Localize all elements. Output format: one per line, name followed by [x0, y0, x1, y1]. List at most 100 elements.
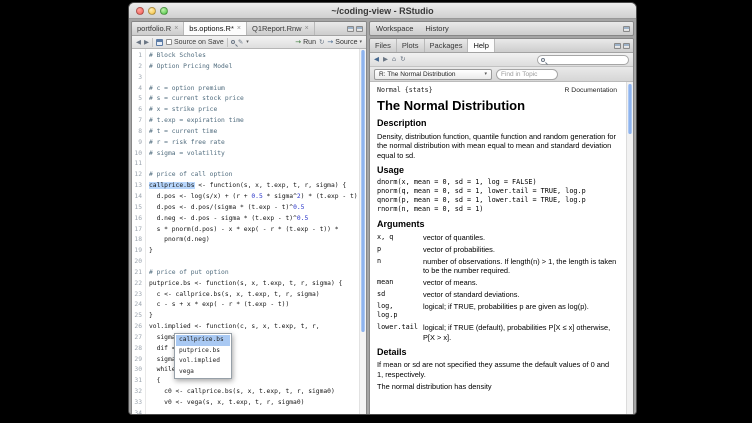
help-tab-bar: FilesPlotsPackagesHelp [370, 39, 633, 53]
autocomplete-item[interactable]: callprice.bs [176, 335, 230, 346]
tab-close-icon[interactable]: × [237, 25, 241, 32]
checkbox-icon[interactable] [166, 39, 172, 45]
source-tab-bar: portfolio.R×bs.options.R*×Q1Report.Rnw× [132, 22, 366, 36]
argument-description: logical; if TRUE, probabilities p are gi… [423, 302, 617, 321]
scrollbar-thumb[interactable] [361, 50, 365, 332]
tab-history[interactable]: History [419, 22, 454, 35]
line-number: 16 [132, 214, 142, 225]
find-icon[interactable] [231, 40, 235, 44]
line-number: 9 [132, 138, 142, 149]
save-icon[interactable] [156, 39, 163, 46]
tab-files[interactable]: Files [370, 39, 397, 52]
description-text: Density, distribution function, quantile… [377, 132, 617, 160]
window-titlebar[interactable]: ~/coding-view - RStudio [129, 3, 636, 19]
argument-row: log, log.plogical; if TRUE, probabilitie… [377, 302, 617, 321]
source-on-save-checkbox[interactable]: Source on Save [166, 39, 224, 46]
back-icon[interactable]: ◀ [374, 56, 379, 63]
tab-help[interactable]: Help [468, 39, 494, 52]
argument-description: vector of means. [423, 278, 617, 287]
code-line: # s = current stock price [149, 94, 359, 105]
tab-packages[interactable]: Packages [425, 39, 469, 52]
line-number: 33 [132, 398, 142, 409]
tab-close-icon[interactable]: × [305, 25, 309, 32]
argument-description: vector of quantiles. [423, 233, 617, 242]
source-tab-q1report-rnw[interactable]: Q1Report.Rnw× [247, 22, 315, 35]
usage-code-block: dnorm(x, mean = 0, sd = 1, log = FALSE)p… [377, 178, 617, 214]
line-number: 34 [132, 409, 142, 415]
zoom-window-button[interactable] [160, 7, 168, 15]
autocomplete-popup[interactable]: callprice.bsputprice.bsvol.impliedvega [174, 333, 232, 379]
line-number: 28 [132, 344, 142, 355]
line-number: 8 [132, 127, 142, 138]
argument-description: logical; if TRUE (default), probabilitie… [423, 323, 617, 342]
minimize-pane-icon[interactable] [614, 43, 621, 49]
argument-name: n [377, 257, 417, 276]
line-number: 14 [132, 192, 142, 203]
help-search-box[interactable] [537, 55, 629, 65]
help-doc-header: Normal {stats} R Documentation [377, 86, 617, 95]
traffic-lights [136, 7, 168, 15]
tab-label: portfolio.R [137, 24, 171, 33]
source-tab-portfolio-r[interactable]: portfolio.R× [132, 22, 184, 35]
code-line: # r = risk free rate [149, 138, 359, 149]
line-number-gutter: 1234567891011121314151617181920212223242… [132, 49, 146, 415]
maximize-pane-icon[interactable] [356, 26, 363, 32]
scrollbar-thumb[interactable] [628, 84, 632, 134]
help-doc-label: R Documentation [564, 86, 617, 95]
home-icon[interactable]: ⌂ [392, 56, 396, 63]
code-line: # x = strike price [149, 105, 359, 116]
line-number: 2 [132, 62, 142, 73]
forward-icon[interactable]: ▶ [144, 39, 149, 46]
code-tools-icon[interactable]: ✎ [238, 39, 243, 46]
run-button[interactable]: → Run [295, 38, 316, 46]
forward-icon[interactable]: ▶ [383, 56, 388, 63]
code-editor[interactable]: 1234567891011121314151617181920212223242… [132, 49, 366, 415]
code-line: # price of put option [149, 268, 359, 279]
argument-description: number of observations. If length(n) > 1… [423, 257, 617, 276]
help-topic-bar: R: The Normal Distribution ▾ [370, 67, 633, 82]
source-tab-bs-options-r[interactable]: bs.options.R*× [184, 22, 247, 35]
help-topic-dropdown[interactable]: R: The Normal Distribution ▾ [374, 69, 492, 80]
tab-workspace[interactable]: Workspace [370, 22, 419, 35]
line-number: 4 [132, 84, 142, 95]
chevron-down-icon[interactable]: ▾ [246, 39, 249, 45]
line-number: 21 [132, 268, 142, 279]
code-line: vol.implied <- function(c, s, x, t.exp, … [149, 322, 359, 333]
code-line: } [149, 246, 359, 257]
back-icon[interactable]: ◀ [136, 39, 141, 46]
rerun-icon[interactable]: ↻ [319, 39, 324, 46]
maximize-pane-icon[interactable] [623, 26, 630, 32]
minimize-window-button[interactable] [148, 7, 156, 15]
code-line [149, 159, 359, 170]
help-vertical-scrollbar[interactable] [626, 82, 633, 415]
line-number: 10 [132, 149, 142, 160]
source-button[interactable]: → Source ▾ [327, 38, 362, 46]
refresh-icon[interactable]: ↻ [400, 56, 405, 63]
workspace-tab-bar: WorkspaceHistory [370, 22, 633, 36]
autocomplete-item[interactable]: putprice.bs [176, 346, 230, 357]
minimize-pane-icon[interactable] [347, 26, 354, 32]
maximize-pane-icon[interactable] [623, 43, 630, 49]
find-in-topic-input[interactable] [496, 69, 558, 80]
source-pane: portfolio.R×bs.options.R*×Q1Report.Rnw× … [131, 21, 367, 415]
help-content: Normal {stats} R Documentation The Norma… [370, 82, 633, 415]
line-number: 32 [132, 387, 142, 398]
autocomplete-item[interactable]: vol.implied [176, 356, 230, 367]
editor-scrollbar[interactable] [359, 49, 366, 415]
tab-label: Q1Report.Rnw [252, 24, 302, 33]
section-heading-description: Description [377, 119, 617, 128]
tab-label: bs.options.R* [189, 24, 234, 33]
close-window-button[interactable] [136, 7, 144, 15]
code-line: # price of call option [149, 170, 359, 181]
code-line: c0 <- callprice.bs(s, x, t.exp, t, r, si… [149, 387, 359, 398]
code-line: c - s + x * exp( - r * (t.exp - t)) [149, 300, 359, 311]
tab-close-icon[interactable]: × [174, 25, 178, 32]
line-number: 12 [132, 170, 142, 181]
code-line: # Option Pricing Model [149, 62, 359, 73]
tab-plots[interactable]: Plots [397, 39, 425, 52]
help-search-input[interactable] [547, 56, 625, 63]
help-toolbar: ◀ ▶ ⌂ ↻ [370, 53, 633, 67]
autocomplete-item[interactable]: vega [176, 367, 230, 378]
workbench: portfolio.R×bs.options.R*×Q1Report.Rnw× … [129, 19, 636, 415]
line-number: 23 [132, 290, 142, 301]
